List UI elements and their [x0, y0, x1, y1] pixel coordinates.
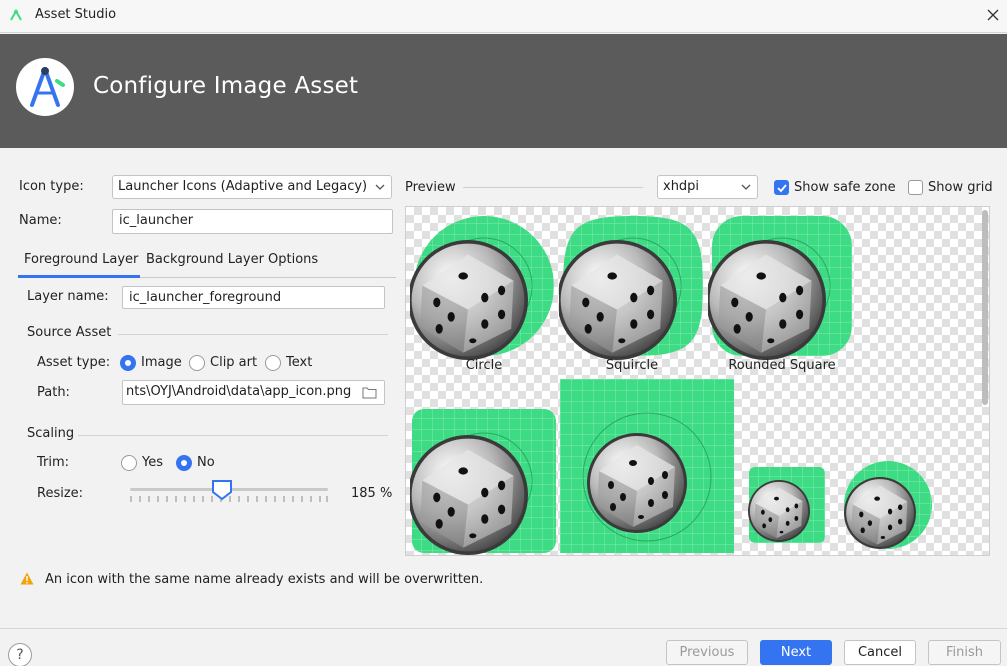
preview-icon-squircle	[559, 216, 703, 360]
caption-circle: Circle	[465, 358, 503, 373]
section-divider	[118, 334, 388, 335]
trim-no-radio[interactable]	[176, 455, 192, 471]
next-button[interactable]: Next	[760, 640, 832, 665]
show-safe-zone-label[interactable]: Show safe zone	[794, 180, 896, 195]
page-title: Configure Image Asset	[93, 73, 359, 99]
trim-yes-label[interactable]: Yes	[142, 455, 163, 470]
resize-slider-thumb[interactable]	[211, 479, 233, 501]
preview-label: Preview	[405, 180, 456, 195]
resize-value: 185 %	[351, 486, 393, 501]
asset-type-clipart-radio[interactable]	[189, 355, 205, 371]
finish-button[interactable]: Finish	[928, 640, 1001, 665]
preview-icon-full-bleed	[560, 379, 734, 553]
resize-label: Resize:	[37, 486, 84, 501]
trim-label: Trim:	[37, 455, 70, 470]
scaling-title: Scaling	[27, 426, 75, 441]
path-value: nts\OYJ\Android\data\app_icon.png	[126, 384, 352, 399]
icon-type-value: Launcher Icons (Adaptive and Legacy)	[118, 179, 368, 194]
android-studio-icon	[10, 9, 22, 21]
asset-type-text-radio[interactable]	[265, 355, 281, 371]
previous-button[interactable]: Previous	[666, 640, 748, 665]
icon-type-dropdown[interactable]: Launcher Icons (Adaptive and Legacy)	[112, 175, 392, 199]
preview-icon-square	[410, 409, 556, 555]
checkmark-icon	[777, 184, 787, 193]
trim-no-label[interactable]: No	[197, 455, 215, 470]
asset-type-label: Asset type:	[37, 355, 111, 370]
source-asset-title: Source Asset	[27, 325, 112, 340]
asset-type-image-label[interactable]: Image	[141, 355, 182, 370]
preview-icon-circle	[410, 216, 554, 360]
name-field[interactable]: ic_launcher	[112, 209, 393, 234]
folder-icon[interactable]	[362, 386, 377, 399]
cancel-button[interactable]: Cancel	[844, 640, 916, 665]
layer-name-field[interactable]: ic_launcher_foreground	[122, 286, 385, 309]
caption-squircle: Squircle	[605, 358, 659, 373]
trim-yes-radio[interactable]	[121, 455, 137, 471]
tab-background-layer[interactable]: Background Layer	[146, 252, 264, 267]
tab-options[interactable]: Options	[268, 252, 318, 267]
chevron-down-icon	[741, 184, 751, 190]
preview-icon-legacy-circle	[844, 461, 932, 549]
show-grid-label[interactable]: Show grid	[928, 180, 993, 195]
asset-type-clipart-label[interactable]: Clip art	[210, 355, 257, 370]
asset-type-text-label[interactable]: Text	[286, 355, 312, 370]
icon-type-label: Icon type:	[19, 179, 84, 194]
name-label: Name:	[19, 213, 62, 228]
preview-icon-rounded-square	[708, 216, 852, 360]
name-value: ic_launcher	[119, 213, 194, 228]
android-studio-logo-icon	[16, 58, 74, 116]
caption-rounded-square: Rounded Square	[728, 358, 836, 373]
window-title-bar: Asset Studio	[0, 0, 1007, 33]
window-title: Asset Studio	[35, 7, 117, 22]
asset-type-image-radio[interactable]	[120, 355, 136, 371]
chevron-down-icon	[375, 184, 385, 190]
warning-icon	[20, 572, 34, 585]
path-label: Path:	[37, 385, 70, 400]
layer-tabs: Foreground Layer Background Layer Option…	[18, 248, 396, 278]
show-safe-zone-checkbox[interactable]	[774, 180, 789, 195]
density-value: xhdpi	[663, 179, 700, 194]
section-divider	[78, 435, 388, 436]
layer-name-value: ic_launcher_foreground	[129, 290, 282, 305]
help-button[interactable]: ?	[8, 643, 32, 666]
show-grid-checkbox[interactable]	[908, 180, 923, 195]
preview-canvas: Circle Squircle Rounded Square	[405, 206, 990, 556]
layer-name-label: Layer name:	[27, 289, 109, 304]
close-icon[interactable]	[983, 5, 1003, 25]
tab-foreground-layer[interactable]: Foreground Layer	[24, 252, 138, 267]
density-dropdown[interactable]: xhdpi	[657, 175, 758, 199]
warning-message: An icon with the same name already exist…	[45, 572, 484, 587]
header-banner: Configure Image Asset	[0, 34, 1007, 148]
section-divider	[463, 187, 643, 188]
path-field[interactable]: nts\OYJ\Android\data\app_icon.png	[122, 380, 385, 405]
preview-scrollbar[interactable]	[982, 210, 988, 405]
preview-icon-legacy-square	[748, 467, 825, 543]
active-tab-indicator	[18, 275, 140, 278]
